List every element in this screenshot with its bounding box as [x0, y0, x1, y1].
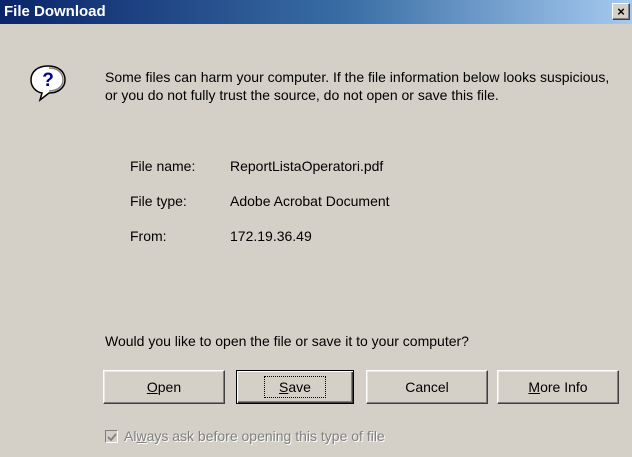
more-info-label-rest: ore Info [540, 379, 588, 395]
file-name-value: ReportListaOperatori.pdf [230, 158, 384, 174]
file-type-value: Adobe Acrobat Document [230, 193, 390, 209]
save-button[interactable]: Save [236, 370, 354, 404]
close-icon: × [617, 4, 625, 19]
save-focus-ring: Save [264, 376, 326, 398]
from-value: 172.19.36.49 [230, 228, 312, 244]
cancel-label: Cancel [405, 379, 449, 395]
file-download-dialog: File Download × ? Some files can harm yo… [0, 0, 632, 457]
always-ask-mnemonic: w [136, 428, 147, 444]
from-label: From: [130, 228, 167, 244]
more-info-button[interactable]: More Info [497, 370, 619, 404]
open-button[interactable]: Open [103, 370, 225, 404]
open-label-rest: pen [157, 379, 182, 395]
always-ask-label: Always ask before opening this type of f… [124, 428, 385, 444]
prompt-question: Would you like to open the file or save … [105, 333, 469, 349]
always-ask-label-a: Al [124, 428, 137, 444]
file-type-label: File type: [130, 193, 187, 209]
always-ask-label-b: ays ask before opening this type of file [146, 428, 385, 444]
save-mnemonic: S [279, 379, 289, 395]
svg-text:?: ? [42, 70, 54, 91]
warning-message: Some files can harm your computer. If th… [105, 69, 610, 103]
file-name-label: File name: [130, 158, 196, 174]
always-ask-option: Always ask before opening this type of f… [105, 427, 385, 445]
more-info-mnemonic: M [528, 379, 541, 395]
title-bar[interactable]: File Download × [0, 0, 632, 24]
open-mnemonic: O [146, 379, 158, 395]
cancel-button[interactable]: Cancel [366, 370, 488, 404]
always-ask-checkbox [105, 429, 118, 443]
dialog-title: File Download [4, 3, 106, 20]
close-button[interactable]: × [612, 3, 630, 20]
question-icon: ? [28, 62, 68, 103]
checkmark-icon [107, 432, 117, 441]
save-label-rest: ave [288, 379, 311, 395]
